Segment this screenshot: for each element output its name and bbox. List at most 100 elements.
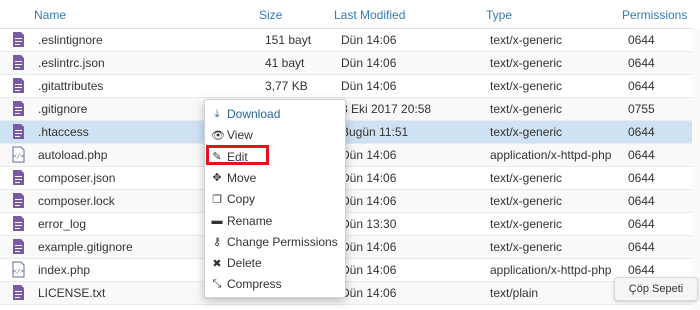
file-type: text/x-generic: [490, 194, 563, 208]
generic-file-icon: [13, 124, 24, 139]
php-file-icon: </>: [12, 146, 25, 163]
menu-item-label: Move: [227, 170, 257, 185]
file-type: text/x-generic: [490, 171, 563, 185]
menu-item-label: Compress: [227, 277, 282, 292]
table-row[interactable]: composer.json Dün 14:06 text/x-generic 0644: [0, 167, 700, 190]
table-row[interactable]: composer.lock Dün 14:06 text/x-generic 0644: [0, 190, 700, 213]
generic-file-icon: [13, 285, 24, 300]
file-modified: Dün 14:06: [341, 171, 397, 185]
generic-file-icon: [13, 239, 24, 254]
file-permissions: 0755: [628, 102, 655, 116]
file-type: text/x-generic: [490, 217, 563, 231]
file-name: .htaccess: [38, 125, 89, 139]
menu-item-label: View: [227, 128, 253, 143]
file-modified: Dün 14:06: [341, 194, 397, 208]
file-type: text/plain: [490, 286, 539, 300]
file-modified: Dün 14:06: [341, 240, 397, 254]
compress-icon: ⤡: [212, 277, 222, 290]
delete-icon: ✖: [212, 257, 222, 270]
table-row[interactable]: </> autoload.php Dün 14:06 application/x-ht…: [0, 144, 700, 167]
trash-button[interactable]: Çöp Sepeti: [614, 277, 698, 301]
file-type: text/x-generic: [490, 56, 563, 70]
file-size: 3,77 KB: [265, 79, 308, 93]
table-row[interactable]: LICENSE.txtDün 14:06text/plain0644: [0, 282, 700, 305]
column-name-header[interactable]: Name: [34, 8, 66, 22]
file-list: .eslintignore 151 bayt Dün 14:06 text/x-gen…: [0, 29, 700, 310]
menu-item-delete[interactable]: ✖ Delete: [211, 253, 341, 273]
column-last-modified-header[interactable]: Last Modified: [334, 8, 405, 22]
generic-file-icon: [13, 32, 24, 47]
menu-item-rename[interactable]: ▬ Rename: [211, 211, 341, 231]
file-permissions: 0644: [628, 56, 655, 70]
file-name: .gitattributes: [38, 79, 104, 93]
column-type-header[interactable]: Type: [486, 8, 512, 22]
menu-item-copy[interactable]: ❐ Copy: [211, 189, 341, 209]
file-modified: 8 Eki 2017 20:58: [341, 102, 432, 116]
generic-file-icon: [13, 78, 24, 93]
file-modified: Dün 14:06: [341, 286, 397, 300]
file-name: LICENSE.txt: [38, 286, 106, 300]
file-modified: Dün 14:06: [341, 148, 397, 162]
edit-highlight-box: [206, 145, 269, 165]
php-file-icon: </>: [12, 261, 25, 278]
file-name: index.php: [38, 263, 91, 277]
menu-item-label: Rename: [227, 213, 273, 228]
file-type: text/x-generic: [490, 125, 563, 139]
menu-item-move[interactable]: ✥ Move: [211, 168, 341, 188]
table-row[interactable]: </> index.php Dün 14:06 application/x-httpd…: [0, 259, 700, 282]
file-type: text/x-generic: [490, 102, 563, 116]
file-type: application/x-httpd-php: [490, 263, 612, 277]
file-name: autoload.php: [38, 148, 108, 162]
file-modified: Bugün 11:51: [341, 125, 409, 139]
file-name: composer.json: [38, 171, 116, 185]
file-modified: Dün 14:06: [341, 33, 397, 47]
menu-item-label: Delete: [227, 256, 262, 271]
table-row[interactable]: .gitignore 8 Eki 2017 20:58 text/x-generic…: [0, 98, 700, 121]
download-icon: ⤓: [214, 107, 220, 120]
eye-icon: 👁: [211, 129, 225, 142]
column-size-header[interactable]: Size: [259, 8, 282, 22]
file-permissions: 0644: [628, 79, 655, 93]
menu-item-label: Download: [227, 107, 281, 121]
file-modified: Dün 14:06: [341, 79, 397, 93]
scrollbar[interactable]: [692, 28, 700, 310]
move-icon: ✥: [212, 172, 222, 185]
file-table-header: Name Size Last Modified Type Permissions: [0, 0, 700, 29]
menu-item-change-permissions[interactable]: ⚷ Change Permissions: [211, 232, 341, 252]
file-name: error_log: [38, 217, 87, 231]
table-row[interactable]: error_log Dün 13:30 text/x-generic 0644: [0, 213, 700, 236]
file-type: text/x-generic: [490, 33, 563, 47]
file-type: application/x-httpd-php: [490, 148, 612, 162]
table-row[interactable]: .gitattributes 3,77 KB Dün 14:06 text/x-gen…: [0, 75, 700, 98]
copy-icon: ❐: [212, 193, 222, 206]
file-permissions: 0644: [628, 240, 655, 254]
file-name: .eslintignore: [38, 33, 103, 47]
generic-file-icon: [13, 55, 24, 70]
context-menu: ⤓ Download 👁 View ✎ Edit ✥ Move ❐ Copy ▬ Rename ⚷ Cha…: [204, 99, 346, 298]
menu-item-label: Copy: [227, 192, 256, 207]
file-permissions: 0644: [628, 217, 655, 231]
file-modified: Dün 14:06: [341, 263, 397, 277]
table-row[interactable]: .eslintignore 151 bayt Dün 14:06 text/x-gen…: [0, 29, 700, 52]
file-permissions: 0644: [628, 33, 655, 47]
file-permissions: 0644: [628, 194, 655, 208]
key-icon: ⚷: [212, 236, 222, 249]
generic-file-icon: [13, 216, 24, 231]
file-permissions: 0644: [628, 171, 655, 185]
generic-file-icon: [13, 101, 24, 116]
table-row[interactable]: .eslintrc.json 41 bayt Dün 14:06 text/x-gen…: [0, 52, 700, 75]
table-row[interactable]: example.gitignore Dün 14:06 text/x-generic…: [0, 236, 700, 259]
svg-text:</>: </>: [13, 268, 24, 275]
file-name: example.gitignore: [38, 240, 133, 254]
file-permissions: 0644: [628, 125, 655, 139]
menu-item-view[interactable]: 👁 View: [211, 125, 341, 145]
table-row[interactable]: .htaccess Bugün 11:51 text/x-generic 0644: [0, 121, 700, 144]
file-size: 41 bayt: [265, 56, 305, 70]
file-modified: Dün 13:30: [341, 217, 397, 231]
file-icon: ▬: [211, 214, 223, 227]
file-name: .eslintrc.json: [38, 56, 105, 70]
menu-item-download[interactable]: ⤓ Download: [211, 104, 341, 124]
generic-file-icon: [13, 170, 24, 185]
column-permissions-header[interactable]: Permissions: [622, 8, 687, 22]
menu-item-compress[interactable]: ⤡ Compress: [211, 274, 341, 294]
